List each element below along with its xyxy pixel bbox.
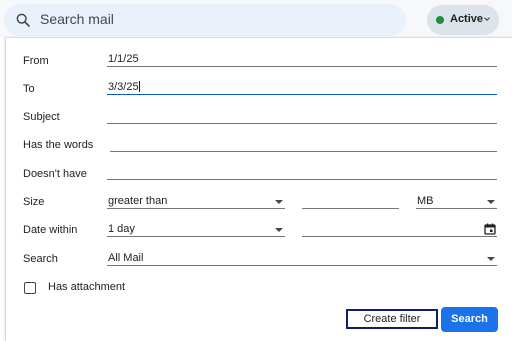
status-dropdown[interactable]: Active xyxy=(427,5,499,35)
search-bar[interactable]: Search mail xyxy=(4,4,406,36)
to-value: 3/3/25 xyxy=(108,81,139,93)
has-words-field[interactable] xyxy=(110,138,497,152)
search-scope-select[interactable]: All Mail xyxy=(107,252,497,266)
size-label: Size xyxy=(23,196,45,208)
from-field[interactable]: 1/1/25 xyxy=(107,53,497,67)
create-filter-button[interactable]: Create filter xyxy=(346,309,438,329)
search-button[interactable]: Search xyxy=(441,307,498,332)
to-label: To xyxy=(23,83,35,95)
size-operator-select[interactable]: greater than xyxy=(107,195,285,209)
dropdown-arrow-icon xyxy=(487,257,495,261)
subject-label: Subject xyxy=(23,111,60,123)
doesnt-have-label: Doesn't have xyxy=(23,168,87,180)
search-scope-label: Search xyxy=(23,253,58,265)
doesnt-have-field[interactable] xyxy=(107,166,497,180)
dropdown-arrow-icon xyxy=(487,200,495,204)
status-label: Active xyxy=(450,13,484,25)
from-value: 1/1/25 xyxy=(108,53,139,65)
dropdown-arrow-icon xyxy=(275,200,283,204)
date-field[interactable] xyxy=(302,223,497,237)
has-words-label: Has the words xyxy=(23,139,94,151)
size-value-field[interactable] xyxy=(302,195,399,209)
search-icon[interactable] xyxy=(15,12,31,28)
has-attachment-label[interactable]: Has attachment xyxy=(48,281,125,293)
from-label: From xyxy=(23,55,49,67)
text-caret xyxy=(138,81,140,92)
dropdown-arrow-icon xyxy=(275,228,283,232)
top-bar: Search mail Active xyxy=(0,0,512,38)
has-attachment-checkbox[interactable] xyxy=(24,282,36,294)
date-within-select[interactable]: 1 day xyxy=(107,223,285,237)
date-within-label: Date within xyxy=(23,224,78,236)
subject-field[interactable] xyxy=(107,110,497,124)
size-unit-select[interactable]: MB xyxy=(416,195,497,209)
chevron-down-icon xyxy=(484,17,490,21)
status-dot-icon xyxy=(436,16,444,24)
search-input[interactable]: Search mail xyxy=(40,11,114,27)
calendar-icon[interactable] xyxy=(484,223,496,235)
to-field[interactable]: 3/3/25 xyxy=(107,81,497,95)
